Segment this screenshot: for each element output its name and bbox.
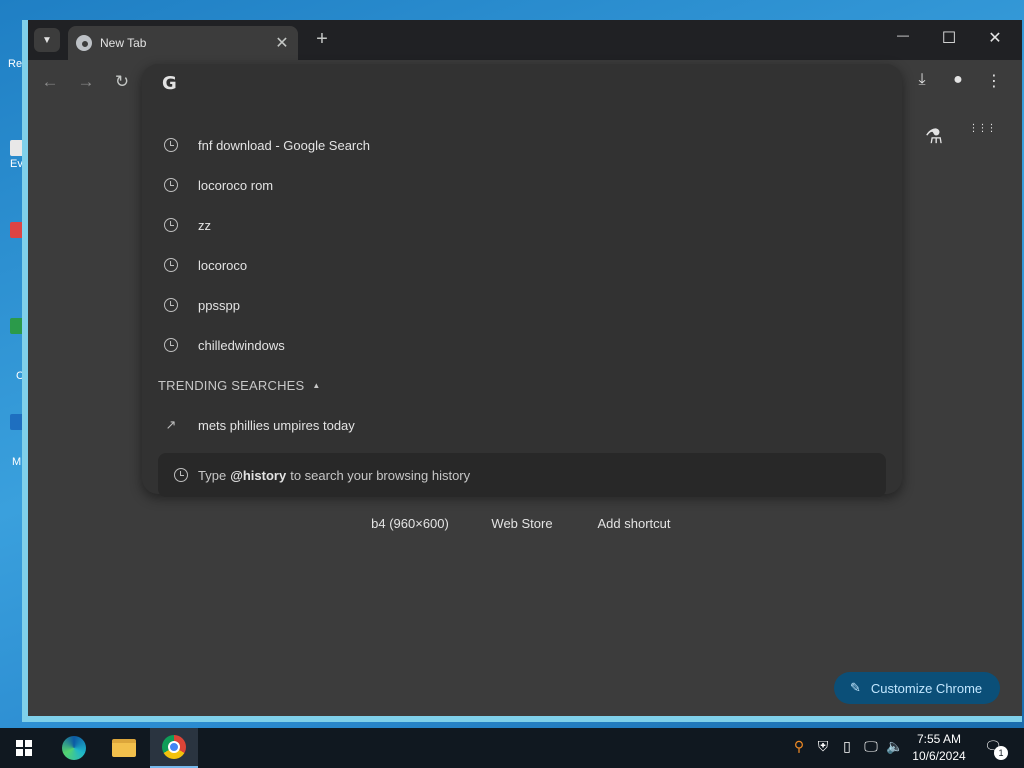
menu-button[interactable]: ⋮ — [982, 71, 1006, 93]
profile-button[interactable]: ● — [946, 71, 970, 93]
browser-content: ▼ New Tab ✕ + — ☐ ✕ ← → ↻ ⤓ ● ⋮ ⚗ ⋮⋮⋮ b4… — [28, 20, 1022, 716]
history-icon — [164, 258, 178, 272]
suggestion-text: locoroco rom — [198, 177, 274, 193]
suggestion-item[interactable]: zz — [142, 205, 902, 245]
start-button[interactable] — [0, 728, 48, 768]
search-tray-icon[interactable]: ⚲ — [790, 738, 808, 758]
reload-button[interactable]: ↻ — [112, 72, 132, 92]
suggestion-text: locoroco — [198, 257, 248, 273]
history-tip-suffix: to search your browsing history — [290, 467, 471, 483]
new-tab-button[interactable]: + — [310, 28, 334, 51]
back-button[interactable]: ← — [40, 72, 60, 92]
suggestion-item[interactable]: fnf download - Google Search — [142, 125, 902, 165]
tab-title: New Tab — [100, 36, 147, 50]
close-icon[interactable]: ✕ — [274, 33, 290, 53]
forward-button[interactable]: → — [76, 72, 96, 92]
usb-icon[interactable]: ▯ — [838, 738, 856, 758]
chrome-favicon-icon — [76, 35, 92, 51]
history-tip[interactable]: Type @history to search your browsing hi… — [158, 453, 886, 497]
taskbar-clock[interactable]: 7:55 AM 10/6/2024 — [906, 731, 972, 765]
trending-up-icon: ↗ — [165, 417, 177, 432]
shortcut-web-store[interactable]: Web Store — [478, 516, 566, 531]
chevron-down-icon: ▼ — [42, 34, 52, 46]
customize-chrome-button[interactable]: ✎ Customize Chrome — [834, 672, 1000, 704]
tab-new-tab[interactable]: New Tab ✕ — [68, 26, 298, 60]
history-tip-keyword: @history — [230, 467, 287, 483]
browser-window: ▼ New Tab ✕ + — ☐ ✕ ← → ↻ ⤓ ● ⋮ ⚗ ⋮⋮⋮ b4… — [22, 20, 1022, 722]
omnibox-input-row[interactable]: G — [142, 64, 902, 102]
history-tip-prefix: Type — [198, 467, 227, 483]
suggestion-item[interactable]: locoroco rom — [142, 165, 902, 205]
labs-icon[interactable]: ⚗ — [920, 124, 948, 152]
history-icon — [164, 298, 178, 312]
history-icon — [164, 138, 178, 152]
maximize-button[interactable]: ☐ — [936, 28, 962, 52]
taskbar-file-explorer[interactable] — [100, 728, 148, 768]
windows-logo-icon — [16, 740, 32, 756]
suggestion-item[interactable]: chilledwindows — [142, 325, 902, 365]
notification-badge: 1 — [994, 746, 1008, 760]
google-g-icon: G — [162, 73, 177, 94]
chrome-icon — [162, 735, 186, 759]
suggestion-text: fnf download - Google Search — [198, 137, 370, 153]
history-icon — [174, 468, 188, 482]
network-icon[interactable]: 🖵 — [862, 738, 880, 758]
clock-date: 10/6/2024 — [912, 749, 966, 763]
pencil-icon: ✎ — [850, 680, 861, 695]
security-shield-icon[interactable]: ⛨ — [814, 738, 832, 758]
suggestion-item[interactable]: ppsspp — [142, 285, 902, 325]
download-button[interactable]: ⤓ — [910, 71, 934, 93]
folder-icon — [112, 739, 136, 757]
title-bar: ▼ New Tab ✕ + — ☐ ✕ — [28, 20, 1022, 60]
shortcut-add[interactable]: Add shortcut — [582, 516, 686, 531]
tab-search-button[interactable]: ▼ — [34, 28, 60, 52]
edge-icon — [62, 736, 86, 760]
caret-up-icon[interactable]: ▲ — [312, 381, 320, 390]
shortcut-b4[interactable]: b4 (960×600) — [358, 516, 462, 531]
suggestion-text: zz — [198, 217, 211, 233]
taskbar-chrome[interactable] — [150, 728, 198, 768]
trending-item[interactable]: ↗ mets phillies umpires today — [142, 405, 902, 445]
suggestion-item[interactable]: locoroco — [142, 245, 902, 285]
trending-text: mets phillies umpires today — [198, 417, 355, 433]
omnibox-dropdown: G fnf download - Google Search locoroco … — [142, 64, 902, 497]
customize-label: Customize Chrome — [870, 680, 983, 696]
suggestion-list: fnf download - Google Search locoroco ro… — [142, 125, 902, 445]
taskbar-edge[interactable] — [50, 728, 98, 768]
apps-grid-icon[interactable]: ⋮⋮⋮ — [968, 124, 997, 152]
volume-muted-icon[interactable]: 🔈 — [886, 738, 904, 758]
history-icon — [164, 178, 178, 192]
clock-time: 7:55 AM — [916, 732, 962, 746]
suggestion-text: chilledwindows — [198, 337, 285, 353]
history-icon — [164, 338, 178, 352]
notification-button[interactable]: 🗨 1 — [982, 738, 1008, 760]
minimize-button[interactable]: — — [890, 28, 916, 52]
trending-header[interactable]: TRENDING SEARCHES ▲ — [142, 365, 902, 405]
close-window-button[interactable]: ✕ — [982, 28, 1008, 52]
trending-header-label: TRENDING SEARCHES — [158, 377, 305, 393]
suggestion-text: ppsspp — [198, 297, 240, 313]
history-icon — [164, 218, 178, 232]
taskbar: ⚲ ⛨ ▯ 🖵 🔈 7:55 AM 10/6/2024 🗨 1 — [0, 728, 1024, 768]
